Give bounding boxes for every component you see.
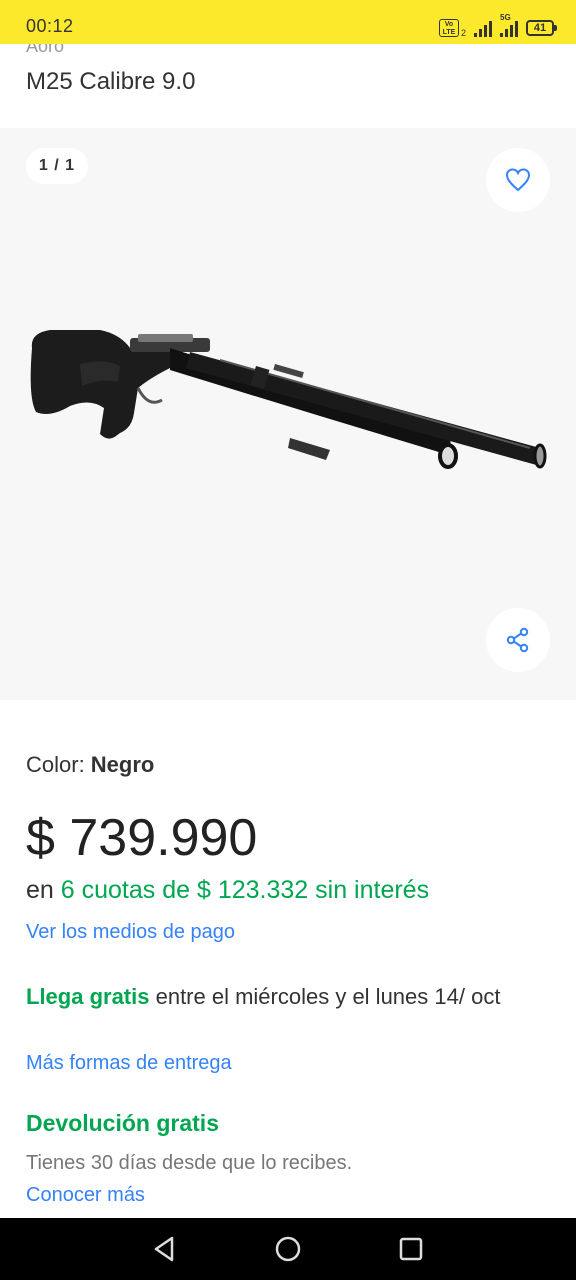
share-icon — [506, 627, 529, 653]
installments-prefix: en — [26, 876, 61, 904]
signal-icon — [474, 19, 492, 37]
favorite-button[interactable] — [486, 148, 550, 212]
network-type: 5G — [500, 13, 511, 22]
product-header: Aoro M25 Calibre 9.0 — [0, 36, 576, 128]
installments: en 6 cuotas de $ 123.332 sin interés — [26, 876, 429, 905]
share-button[interactable] — [486, 608, 550, 672]
delivery-options-link[interactable]: Más formas de entrega — [26, 1052, 232, 1075]
network-sub: 2 — [460, 28, 466, 38]
returns-learn-more-link[interactable]: Conocer más — [26, 1184, 145, 1207]
payment-methods-link[interactable]: Ver los medios de pago — [26, 921, 235, 944]
image-gallery[interactable]: 1 / 1 — [0, 128, 576, 700]
returns-title: Devolución gratis — [26, 1110, 219, 1136]
price: $ 739.990 — [26, 809, 258, 867]
volte-icon: Vo LTE — [438, 19, 459, 37]
signal-5g-icon: 5G — [500, 13, 518, 37]
heart-icon — [505, 168, 531, 192]
shipping-info: Llega gratis entre el miércoles y el lun… — [26, 982, 546, 1011]
home-circle-icon[interactable] — [273, 1234, 303, 1264]
shipping-text: entre el miércoles y el lunes 14/ oct — [149, 984, 501, 1009]
gallery-counter: 1 / 1 — [26, 148, 88, 184]
variant-color-label: Color: — [26, 752, 91, 777]
returns-description: Tienes 30 días desde que lo recibes. — [26, 1152, 353, 1174]
volte-top-text: Vo — [444, 21, 454, 28]
status-bar: 00:12 Vo LTE 2 5G 41 — [0, 0, 576, 44]
product-title: M25 Calibre 9.0 — [26, 68, 196, 95]
volte-bottom-text: LTE — [442, 29, 456, 36]
battery-icon: 41 — [526, 20, 557, 36]
status-icons: Vo LTE 2 5G 41 — [438, 13, 557, 40]
shipping-highlight: Llega gratis — [26, 984, 150, 1009]
back-triangle-icon[interactable] — [150, 1234, 180, 1264]
battery-level: 41 — [533, 22, 547, 34]
installments-detail: 6 cuotas de $ 123.332 sin interés — [60, 876, 430, 904]
status-time: 00:12 — [26, 16, 74, 36]
variant-color-value: Negro — [90, 752, 155, 777]
recents-square-icon[interactable] — [396, 1234, 426, 1264]
system-nav-bar — [0, 1218, 576, 1280]
variant-color: Color: Negro — [26, 752, 154, 778]
product-image-rifle — [30, 330, 547, 469]
